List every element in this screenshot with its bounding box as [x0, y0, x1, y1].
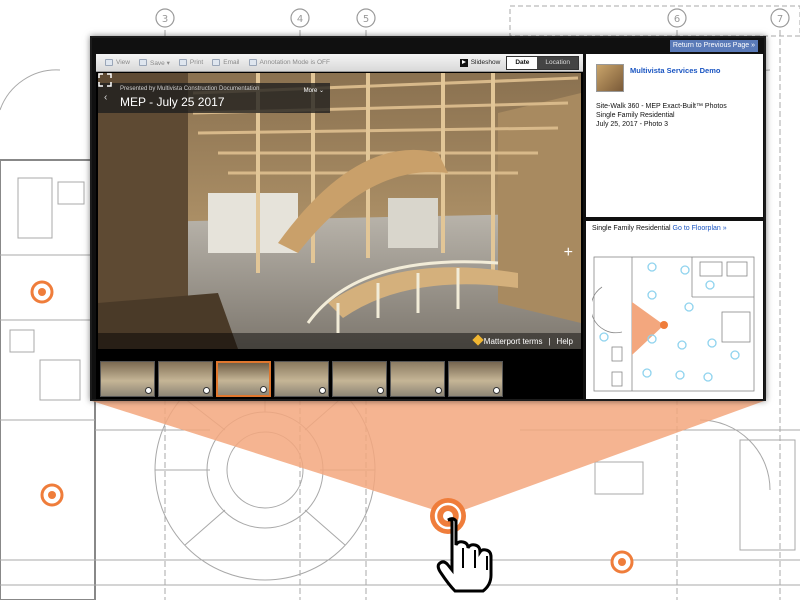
photo-caption: ‹ Presented by Multivista Construction D…: [98, 83, 330, 113]
photo-viewer-window: Return to Previous Page » View Save ▾ Pr…: [90, 36, 766, 401]
save-button[interactable]: Save ▾: [138, 59, 170, 67]
email-button[interactable]: Email: [212, 59, 240, 66]
email-icon: [212, 59, 221, 66]
panorama-badge-icon: [145, 387, 152, 394]
photo-pane: View Save ▾ Print Email Annotation Mode …: [96, 54, 583, 399]
return-to-previous-page-link[interactable]: Return to Previous Page »: [669, 40, 758, 52]
print-icon: [178, 59, 187, 66]
photo-thumbnail[interactable]: [332, 361, 387, 397]
minimap-header: Single Family Residential Go to Floorpla…: [592, 225, 727, 232]
svg-text:6: 6: [674, 14, 680, 25]
photo-footer: Matterport terms | Help: [98, 333, 581, 349]
info-panel: Multivista Services Demo Site-Walk 360 -…: [586, 54, 763, 399]
annotation-icon: [248, 59, 257, 66]
help-link[interactable]: Help: [557, 337, 573, 346]
panorama-badge-icon: [203, 387, 210, 394]
photo-thumbnail[interactable]: [158, 361, 213, 397]
go-to-floorplan-link[interactable]: Go to Floorplan »: [673, 225, 727, 232]
construction-interior-image: [98, 73, 581, 349]
matterport-logo-icon: [472, 334, 484, 346]
thumbnail-strip: [100, 361, 503, 399]
chevron-left-icon[interactable]: ‹: [104, 92, 107, 103]
hand-cursor-icon: [436, 517, 493, 593]
photo-date: July 25, 2017 - Photo 3: [596, 121, 668, 128]
project-series: Site-Walk 360 - MEP Exact-Built™ Photos: [596, 103, 727, 110]
play-icon: [459, 58, 468, 67]
more-button[interactable]: More ⌄: [304, 87, 324, 94]
project-details: Site-Walk 360 - MEP Exact-Built™ Photos …: [596, 102, 727, 129]
photo-title: MEP - July 25 2017: [120, 95, 225, 109]
svg-text:4: 4: [297, 14, 303, 25]
org-name-link[interactable]: Multivista Services Demo: [630, 66, 720, 75]
project-info-box: Multivista Services Demo Site-Walk 360 -…: [586, 54, 763, 217]
save-icon: [138, 59, 147, 66]
panorama-badge-icon: [377, 387, 384, 394]
photo-thumbnail[interactable]: [274, 361, 329, 397]
svg-text:5: 5: [363, 14, 369, 25]
fullscreen-icon[interactable]: [98, 73, 112, 87]
panorama-badge-icon: [260, 386, 267, 393]
svg-text:3: 3: [162, 14, 168, 25]
floorplan-minimap: Single Family Residential Go to Floorpla…: [586, 221, 763, 399]
minimap-title: Single Family Residential: [592, 225, 671, 232]
sort-location-tab[interactable]: Location: [537, 56, 578, 69]
panorama-badge-icon: [435, 387, 442, 394]
photo-thumbnail[interactable]: [390, 361, 445, 397]
view-icon: [105, 59, 113, 66]
photo-thumbnail[interactable]: [216, 361, 271, 397]
sort-date-tab[interactable]: Date: [507, 56, 538, 69]
sort-toggle: Date Location: [506, 55, 579, 70]
slideshow-button[interactable]: Slideshow: [459, 58, 500, 67]
minimap-plan[interactable]: [592, 237, 757, 393]
svg-text:7: 7: [777, 14, 783, 25]
presented-by-text: Presented by Multivista Construction Doc…: [120, 86, 260, 92]
photo-thumbnail[interactable]: [100, 361, 155, 397]
view-button[interactable]: View: [105, 59, 130, 66]
plus-icon[interactable]: +: [564, 245, 573, 261]
photo-thumbnail[interactable]: [448, 361, 503, 397]
project-name: Single Family Residential: [596, 112, 675, 119]
print-button[interactable]: Print: [178, 59, 203, 66]
company-logo: [596, 64, 624, 92]
annotation-mode-button[interactable]: Annotation Mode is OFF: [248, 59, 330, 66]
footer-separator: |: [548, 336, 551, 346]
panorama-badge-icon: [319, 387, 326, 394]
viewer-toolbar: View Save ▾ Print Email Annotation Mode …: [96, 54, 583, 72]
panorama-badge-icon: [493, 387, 500, 394]
360-photo[interactable]: ‹ Presented by Multivista Construction D…: [98, 73, 581, 349]
matterport-terms-link[interactable]: Matterport terms: [472, 334, 542, 346]
